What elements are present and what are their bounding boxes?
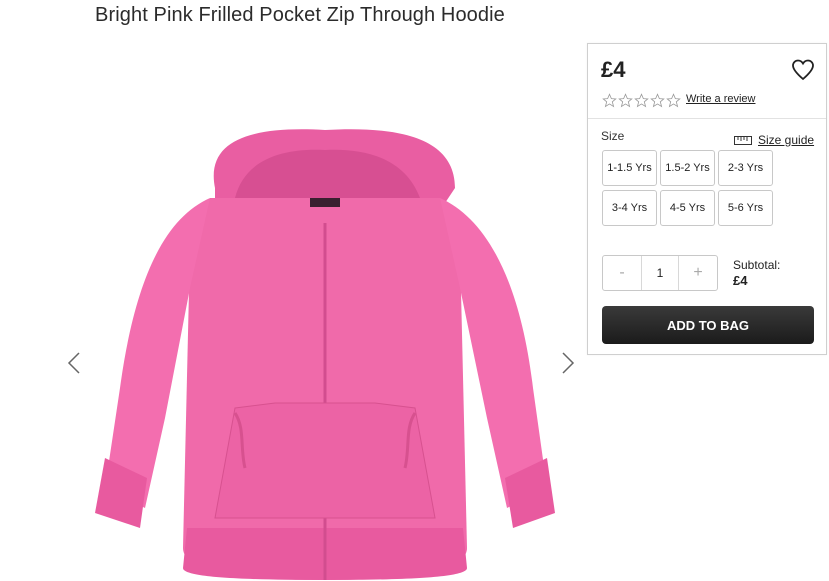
size-label: Size (601, 129, 625, 143)
star-icon (634, 93, 649, 108)
size-option[interactable]: 1-1.5 Yrs (602, 150, 657, 186)
qty-value[interactable]: 1 (641, 256, 679, 290)
star-icon (666, 93, 681, 108)
price: £4 (601, 57, 626, 82)
purchase-panel: £4 Write a review Size Size guide 1-1.5 … (587, 43, 827, 355)
size-option[interactable]: 5-6 Yrs (718, 190, 773, 226)
product-title: Bright Pink Frilled Pocket Zip Through H… (95, 4, 505, 26)
chevron-right-icon (562, 352, 575, 374)
gallery-next-button[interactable] (557, 345, 579, 381)
chevron-left-icon (67, 352, 80, 374)
qty-increase-button[interactable]: + (679, 256, 717, 290)
subtotal-label: Subtotal: (733, 258, 781, 272)
star-icon (602, 93, 617, 108)
heart-icon (792, 59, 814, 81)
ruler-icon (734, 135, 752, 145)
divider (588, 118, 826, 119)
size-guide-link[interactable]: Size guide (734, 133, 814, 147)
size-option[interactable]: 2-3 Yrs (718, 150, 773, 186)
star-icon (650, 93, 665, 108)
size-option[interactable]: 1.5-2 Yrs (660, 150, 715, 186)
size-options: 1-1.5 Yrs 1.5-2 Yrs 2-3 Yrs 3-4 Yrs 4-5 … (602, 150, 777, 226)
rating-stars (602, 93, 681, 108)
product-image (95, 129, 555, 580)
add-to-bag-button[interactable]: ADD TO BAG (602, 306, 814, 344)
subtotal-value: £4 (733, 273, 748, 288)
write-review-link[interactable]: Write a review (686, 93, 755, 105)
star-icon (618, 93, 633, 108)
qty-decrease-button[interactable]: - (603, 256, 641, 290)
size-option[interactable]: 3-4 Yrs (602, 190, 657, 226)
size-guide-label: Size guide (758, 133, 815, 147)
quantity-stepper: - 1 + (602, 255, 718, 291)
wishlist-button[interactable] (791, 58, 815, 82)
gallery-prev-button[interactable] (63, 345, 85, 381)
size-option[interactable]: 4-5 Yrs (660, 190, 715, 226)
